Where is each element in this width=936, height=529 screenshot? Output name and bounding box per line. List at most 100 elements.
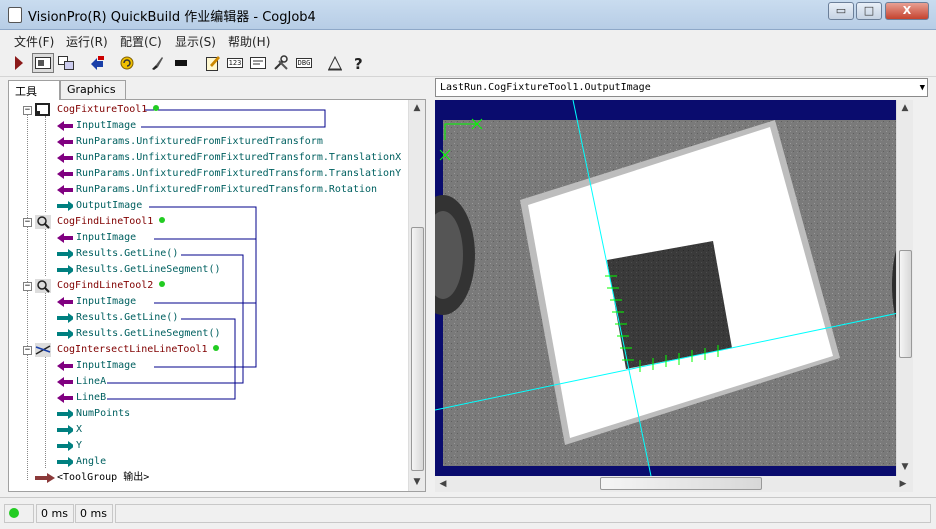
display-hscrollbar[interactable]: ◀ ▶ — [435, 476, 913, 492]
toolgroup-output-icon — [35, 471, 55, 485]
terminal-output[interactable]: Results.GetLineSegment() — [9, 262, 409, 278]
input-arrow-icon — [57, 295, 73, 309]
image-source-select[interactable]: LastRun.CogFixtureTool1.OutputImage ▼ — [435, 78, 928, 97]
input-arrow-icon — [57, 151, 73, 165]
tool-windows-icon[interactable] — [55, 53, 77, 73]
image-display[interactable]: ▲ ▼ — [435, 100, 913, 476]
dbg-icon[interactable]: DBG — [293, 53, 315, 73]
display-vscrollbar[interactable]: ▲ ▼ — [896, 100, 913, 476]
status-dot — [159, 217, 165, 223]
text-icon[interactable] — [247, 53, 269, 73]
status-led-icon — [9, 508, 19, 518]
svg-text:?: ? — [354, 55, 363, 71]
tab-tools[interactable]: 工具 — [8, 80, 60, 100]
terminal-input[interactable]: InputImage — [9, 118, 409, 134]
terminal-input[interactable]: InputImage — [9, 294, 409, 310]
dark-square — [607, 241, 732, 369]
output-arrow-icon — [57, 311, 73, 325]
terminal-input[interactable]: RunParams.UnfixturedFromFixturedTransfor… — [9, 134, 409, 150]
tools-icon[interactable] — [270, 53, 292, 73]
minimize-button[interactable]: ▭ — [828, 2, 854, 20]
scroll-thumb[interactable] — [411, 227, 424, 471]
scroll-left-icon[interactable]: ◀ — [435, 476, 451, 492]
node-name-findline1: CogFindLineTool1 — [57, 216, 154, 227]
scroll-up-icon[interactable]: ▲ — [409, 100, 425, 116]
close-button[interactable]: X — [885, 2, 929, 20]
tree-node-toolgroup-output[interactable]: <ToolGroup 输出> — [9, 470, 409, 486]
terminal-input[interactable]: RunParams.UnfixturedFromFixturedTransfor… — [9, 150, 409, 166]
input-arrow-icon — [57, 135, 73, 149]
scroll-right-icon[interactable]: ▶ — [895, 476, 911, 492]
terminal-input[interactable]: LineA — [9, 374, 409, 390]
tree-scrollbar[interactable]: ▲ ▼ — [408, 100, 425, 491]
output-arrow-icon — [57, 199, 73, 213]
last-run-time: 0 ms — [36, 504, 74, 523]
output-arrow-icon — [57, 439, 73, 453]
tree-node-fixture[interactable]: − CogFixtureTool1 — [9, 102, 409, 118]
tab-graphics[interactable]: Graphics — [60, 80, 126, 99]
input-arrow-icon — [57, 183, 73, 197]
repeat-icon[interactable] — [116, 53, 138, 73]
scroll-down-icon[interactable]: ▼ — [409, 474, 425, 490]
terminal-input[interactable]: InputImage — [9, 230, 409, 246]
terminal-output[interactable]: Results.GetLineSegment() — [9, 326, 409, 342]
collapse-icon[interactable]: − — [23, 218, 32, 227]
collapse-icon[interactable]: − — [23, 282, 32, 291]
image-adjust-icon[interactable] — [324, 53, 346, 73]
terminal-input[interactable]: InputImage — [9, 358, 409, 374]
paint-icon[interactable] — [146, 53, 168, 73]
menu-config[interactable]: 配置(C) — [120, 33, 162, 50]
terminal-output[interactable]: OutputImage — [9, 198, 409, 214]
collapse-icon[interactable]: − — [23, 106, 32, 115]
input-arrow-icon — [57, 391, 73, 405]
scroll-down-icon[interactable]: ▼ — [897, 459, 913, 475]
number-icon[interactable]: 123 — [224, 53, 246, 73]
find-line-tool-icon — [35, 215, 51, 229]
show-tools-icon[interactable] — [32, 53, 54, 73]
image-source-value: LastRun.CogFixtureTool1.OutputImage — [440, 82, 651, 93]
input-arrow-icon — [57, 119, 73, 133]
scroll-up-icon[interactable]: ▲ — [897, 100, 913, 116]
menu-file[interactable]: 文件(F) — [14, 33, 54, 50]
terminal-output[interactable]: Results.GetLine() — [9, 246, 409, 262]
status-indicator — [4, 504, 34, 523]
menu-run[interactable]: 运行(R) — [66, 33, 108, 50]
output-arrow-icon — [57, 407, 73, 421]
help-icon[interactable]: ? — [348, 53, 370, 73]
reset-icon[interactable] — [86, 53, 108, 73]
edit-icon[interactable] — [202, 53, 224, 73]
terminal-icon[interactable] — [170, 53, 192, 73]
terminal-output[interactable]: Angle — [9, 454, 409, 470]
terminal-output[interactable]: X — [9, 422, 409, 438]
maximize-button[interactable]: □ — [856, 2, 882, 20]
find-line-tool-icon — [35, 279, 51, 293]
menu-bar: 文件(F) 运行(R) 配置(C) 显示(S) 帮助(H) — [0, 30, 936, 50]
terminal-input[interactable]: RunParams.UnfixturedFromFixturedTransfor… — [9, 182, 409, 198]
total-run-time: 0 ms — [75, 504, 113, 523]
input-arrow-icon — [57, 375, 73, 389]
output-arrow-icon — [57, 247, 73, 261]
status-message — [115, 504, 931, 523]
scroll-thumb[interactable] — [600, 477, 762, 490]
terminal-output[interactable]: Results.GetLine() — [9, 310, 409, 326]
menu-help[interactable]: 帮助(H) — [228, 33, 270, 50]
camera-image — [435, 100, 913, 476]
status-bar: 0 ms 0 ms — [0, 497, 936, 529]
node-name-fixture: CogFixtureTool1 — [57, 104, 148, 115]
run-icon[interactable] — [8, 53, 30, 73]
terminal-input[interactable]: LineB — [9, 390, 409, 406]
fixture-tool-icon — [35, 103, 51, 117]
terminal-input[interactable]: RunParams.UnfixturedFromFixturedTransfor… — [9, 166, 409, 182]
window-title: VisionPro(R) QuickBuild 作业编辑器 - CogJob4 — [28, 10, 316, 25]
menu-view[interactable]: 显示(S) — [175, 33, 216, 50]
chevron-down-icon[interactable]: ▼ — [920, 80, 925, 97]
scroll-thumb[interactable] — [899, 250, 912, 358]
terminal-output[interactable]: NumPoints — [9, 406, 409, 422]
tree-node-intersect[interactable]: − CogIntersectLineLineTool1 — [9, 342, 409, 358]
tree-node-findline1[interactable]: − CogFindLineTool1 — [9, 214, 409, 230]
image-pane: LastRun.CogFixtureTool1.OutputImage ▼ ▲ … — [435, 78, 928, 492]
collapse-icon[interactable]: − — [23, 346, 32, 355]
tree-node-findline2[interactable]: − CogFindLineTool2 — [9, 278, 409, 294]
status-dot — [213, 345, 219, 351]
terminal-output[interactable]: Y — [9, 438, 409, 454]
